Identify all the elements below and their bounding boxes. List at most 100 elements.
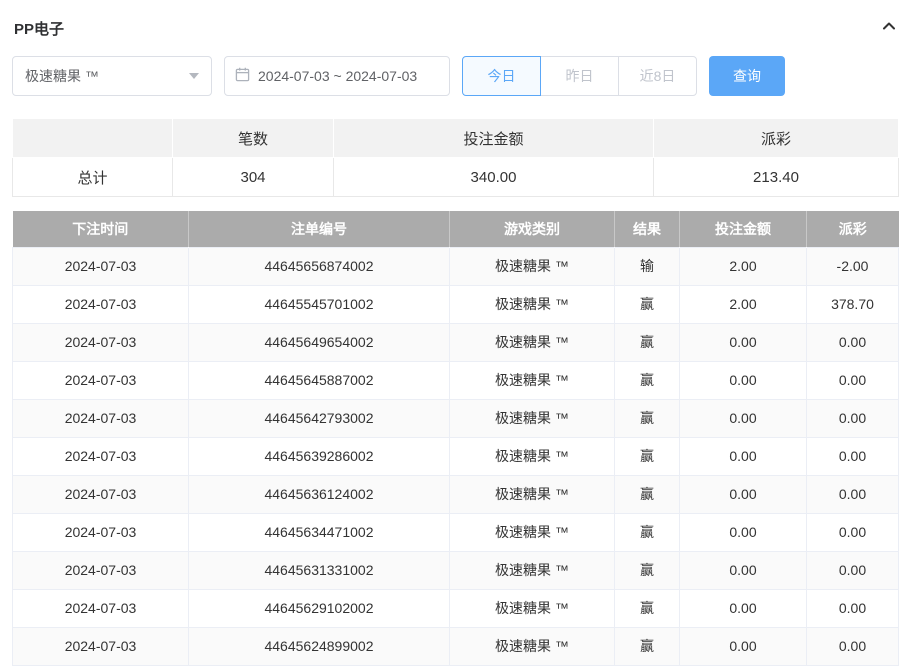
table-row: 2024-07-03 44645631331002 极速糖果 ™ 赢 0.00 … — [13, 551, 899, 589]
bet-time-cell: 2024-07-03 — [13, 513, 189, 551]
order-id-cell: 44645636124002 — [189, 475, 450, 513]
table-row: 2024-07-03 44645629102002 极速糖果 ™ 赢 0.00 … — [13, 589, 899, 627]
game-type-cell: 极速糖果 ™ — [450, 361, 615, 399]
calendar-icon — [235, 67, 250, 85]
summary-total-bet: 340.00 — [334, 158, 654, 197]
bet-time-cell: 2024-07-03 — [13, 247, 189, 285]
table-row: 2024-07-03 44645636124002 极速糖果 ™ 赢 0.00 … — [13, 475, 899, 513]
table-row: 2024-07-03 44645645887002 极速糖果 ™ 赢 0.00 … — [13, 361, 899, 399]
order-id-cell: 44645624899002 — [189, 627, 450, 665]
game-type-cell: 极速糖果 ™ — [450, 589, 615, 627]
bet-time-cell: 2024-07-03 — [13, 551, 189, 589]
order-id-cell: 44645634471002 — [189, 513, 450, 551]
payout-cell: 0.00 — [807, 513, 899, 551]
order-id-cell: 44645631331002 — [189, 551, 450, 589]
order-id-cell: 44645629102002 — [189, 589, 450, 627]
order-id-cell: 44645642793002 — [189, 399, 450, 437]
result-cell: 赢 — [615, 285, 680, 323]
bet-amount-cell: 0.00 — [680, 475, 807, 513]
filter-bar: 极速糖果 ™ 2024-07-03 ~ 2024-07-03 今日 昨日 近8日… — [12, 56, 899, 96]
header-order-id: 注单编号 — [189, 211, 450, 247]
bet-amount-cell: 2.00 — [680, 247, 807, 285]
table-row: 2024-07-03 44645545701002 极速糖果 ™ 赢 2.00 … — [13, 285, 899, 323]
summary-header-row: 笔数 投注金额 派彩 — [13, 119, 899, 158]
header-bet-amount: 投注金额 — [680, 211, 807, 247]
bet-table-body: 2024-07-03 44645656874002 极速糖果 ™ 输 2.00 … — [13, 247, 899, 665]
quick-range-last8days-button[interactable]: 近8日 — [618, 56, 697, 96]
table-row: 2024-07-03 44645649654002 极速糖果 ™ 赢 0.00 … — [13, 323, 899, 361]
game-type-cell: 极速糖果 ™ — [450, 437, 615, 475]
payout-cell: 0.00 — [807, 323, 899, 361]
result-cell: 赢 — [615, 399, 680, 437]
table-row: 2024-07-03 44645639286002 极速糖果 ™ 赢 0.00 … — [13, 437, 899, 475]
game-type-cell: 极速糖果 ™ — [450, 285, 615, 323]
table-row: 2024-07-03 44645656874002 极速糖果 ™ 输 2.00 … — [13, 247, 899, 285]
bet-time-cell: 2024-07-03 — [13, 475, 189, 513]
bet-time-cell: 2024-07-03 — [13, 361, 189, 399]
summary-header-empty — [13, 119, 173, 158]
table-row: 2024-07-03 44645642793002 极速糖果 ™ 赢 0.00 … — [13, 399, 899, 437]
quick-range-yesterday-button[interactable]: 昨日 — [540, 56, 619, 96]
result-cell: 输 — [615, 247, 680, 285]
payout-cell: 0.00 — [807, 475, 899, 513]
game-type-cell: 极速糖果 ™ — [450, 399, 615, 437]
chevron-down-icon — [189, 73, 199, 79]
result-cell: 赢 — [615, 551, 680, 589]
result-cell: 赢 — [615, 589, 680, 627]
game-type-cell: 极速糖果 ™ — [450, 551, 615, 589]
search-button[interactable]: 查询 — [709, 56, 785, 96]
header-game-type: 游戏类别 — [450, 211, 615, 247]
bet-time-cell: 2024-07-03 — [13, 437, 189, 475]
bet-amount-cell: 0.00 — [680, 399, 807, 437]
summary-header-count: 笔数 — [173, 119, 334, 158]
bet-time-cell: 2024-07-03 — [13, 285, 189, 323]
table-row: 2024-07-03 44645634471002 极速糖果 ™ 赢 0.00 … — [13, 513, 899, 551]
summary-table: 笔数 投注金额 派彩 总计 304 340.00 213.40 — [12, 118, 899, 197]
panel-title: PP电子 — [14, 18, 64, 39]
bet-amount-cell: 0.00 — [680, 551, 807, 589]
panel-header: PP电子 — [12, 12, 899, 44]
header-payout: 派彩 — [807, 211, 899, 247]
payout-cell: 0.00 — [807, 627, 899, 665]
game-select[interactable]: 极速糖果 ™ — [12, 56, 212, 96]
date-range-picker[interactable]: 2024-07-03 ~ 2024-07-03 — [224, 56, 450, 96]
payout-cell: -2.00 — [807, 247, 899, 285]
bet-amount-cell: 0.00 — [680, 627, 807, 665]
result-cell: 赢 — [615, 513, 680, 551]
header-result: 结果 — [615, 211, 680, 247]
game-select-value: 极速糖果 ™ — [25, 66, 99, 86]
payout-cell: 0.00 — [807, 399, 899, 437]
bet-amount-cell: 0.00 — [680, 589, 807, 627]
bet-amount-cell: 2.00 — [680, 285, 807, 323]
payout-cell: 0.00 — [807, 437, 899, 475]
summary-header-bet: 投注金额 — [334, 119, 654, 158]
result-cell: 赢 — [615, 437, 680, 475]
summary-header-payout: 派彩 — [654, 119, 899, 158]
bet-amount-cell: 0.00 — [680, 323, 807, 361]
bet-amount-cell: 0.00 — [680, 513, 807, 551]
summary-total-label: 总计 — [13, 158, 173, 197]
summary-total-count: 304 — [173, 158, 334, 197]
bet-table: 下注时间 注单编号 游戏类别 结果 投注金额 派彩 2024-07-03 446… — [12, 211, 899, 666]
date-range-value: 2024-07-03 ~ 2024-07-03 — [258, 68, 417, 84]
quick-range-today-button[interactable]: 今日 — [462, 56, 541, 96]
game-type-cell: 极速糖果 ™ — [450, 247, 615, 285]
bet-time-cell: 2024-07-03 — [13, 627, 189, 665]
bet-time-cell: 2024-07-03 — [13, 589, 189, 627]
table-row: 2024-07-03 44645624899002 极速糖果 ™ 赢 0.00 … — [13, 627, 899, 665]
bet-amount-cell: 0.00 — [680, 361, 807, 399]
order-id-cell: 44645645887002 — [189, 361, 450, 399]
order-id-cell: 44645545701002 — [189, 285, 450, 323]
header-bet-time: 下注时间 — [13, 211, 189, 247]
bet-time-cell: 2024-07-03 — [13, 399, 189, 437]
bet-amount-cell: 0.00 — [680, 437, 807, 475]
game-type-cell: 极速糖果 ™ — [450, 475, 615, 513]
collapse-panel-button[interactable] — [881, 18, 897, 39]
summary-total-row: 总计 304 340.00 213.40 — [13, 158, 899, 197]
payout-cell: 378.70 — [807, 285, 899, 323]
payout-cell: 0.00 — [807, 551, 899, 589]
result-cell: 赢 — [615, 627, 680, 665]
game-type-cell: 极速糖果 ™ — [450, 627, 615, 665]
summary-total-payout: 213.40 — [654, 158, 899, 197]
quick-range-group: 今日 昨日 近8日 — [462, 56, 697, 96]
